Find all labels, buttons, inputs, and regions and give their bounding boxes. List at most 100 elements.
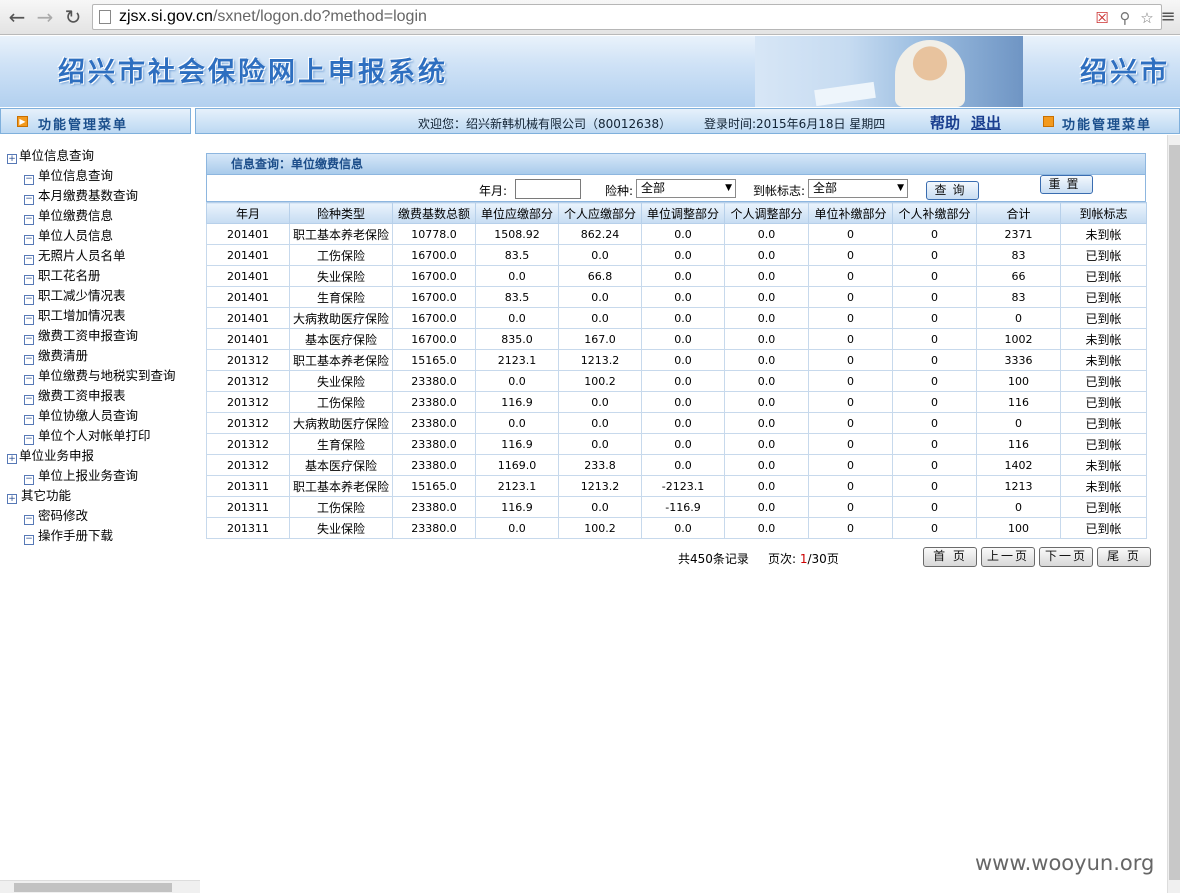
- tree-item-label: 职工减少情况表: [38, 288, 126, 303]
- browser-toolbar: ← → ↻ zjsx.si.gov.cn/sxnet/logon.do?meth…: [0, 0, 1180, 35]
- table-cell: 职工基本养老保险: [289, 349, 393, 371]
- table-cell: 已到帐: [1060, 496, 1147, 518]
- blocked-popup-icon[interactable]: ☒: [1093, 9, 1111, 27]
- table-cell: 201311: [206, 475, 290, 497]
- table-cell: 0: [808, 265, 893, 287]
- tree-group-business[interactable]: + 单位业务申报: [0, 446, 200, 466]
- table-cell: 0: [808, 328, 893, 350]
- tree-item-label: 单位信息查询: [38, 168, 114, 183]
- key-icon[interactable]: ⚲: [1116, 9, 1134, 27]
- arrival-select[interactable]: 全部 ▼: [808, 179, 908, 198]
- table-cell: 2123.1: [475, 349, 559, 371]
- function-menu-tab[interactable]: ▶ 功能管理菜单: [0, 108, 191, 134]
- table-cell: 835.0: [475, 328, 559, 350]
- table-cell: 16700.0: [392, 307, 476, 329]
- table-cell: 0: [808, 391, 893, 413]
- table-cell: 116.9: [475, 496, 559, 518]
- table-cell: 1213.2: [558, 349, 642, 371]
- column-header: 个人调整部分: [724, 202, 809, 224]
- table-cell: 15165.0: [392, 475, 476, 497]
- tree-item[interactable]: − 无照片人员名单: [0, 246, 200, 266]
- address-bar[interactable]: zjsx.si.gov.cn/sxnet/logon.do?method=log…: [92, 4, 1162, 30]
- horizontal-scrollbar[interactable]: [0, 880, 200, 893]
- tree-node-icon: −: [24, 334, 34, 345]
- next-page-button[interactable]: 下一页: [1039, 547, 1093, 567]
- table-cell: 201401: [206, 265, 290, 287]
- table-row: 201312 基本医疗保险 23380.0 1169.0 233.8 0.0 0.0 0 0 14…: [206, 454, 1147, 476]
- table-cell: 0.0: [475, 370, 559, 392]
- table-cell: 0.0: [641, 328, 725, 350]
- tree-item[interactable]: − 单位缴费信息: [0, 206, 200, 226]
- system-title: 绍兴市社会保险网上申报系统: [58, 57, 448, 88]
- last-page-button[interactable]: 尾 页: [1097, 547, 1151, 567]
- table-cell: 0.0: [724, 412, 809, 434]
- tree-item[interactable]: − 单位上报业务查询: [0, 466, 200, 486]
- table-cell: 116.9: [475, 433, 559, 455]
- tree-item[interactable]: − 密码修改: [0, 506, 200, 526]
- reset-button[interactable]: 重置: [1040, 175, 1093, 194]
- tree-item[interactable]: − 缴费清册: [0, 346, 200, 366]
- table-cell: 已到帐: [1060, 244, 1147, 266]
- tree-group-unit-info[interactable]: + 单位信息查询: [0, 146, 200, 166]
- reload-icon[interactable]: ↻: [61, 4, 85, 30]
- query-button[interactable]: 查询: [926, 181, 979, 200]
- pagination: 共450条记录 页次: 1/30页 首 页 上一页 下一页 尾 页: [206, 547, 1152, 571]
- table-cell: 83.5: [475, 244, 559, 266]
- prev-page-button[interactable]: 上一页: [981, 547, 1035, 567]
- tree-item-label: 单位缴费信息: [38, 208, 114, 223]
- function-menu-label: 功能管理菜单: [38, 118, 129, 133]
- tree-item[interactable]: − 操作手册下载: [0, 526, 200, 546]
- table-cell: 0: [808, 433, 893, 455]
- tree-item[interactable]: − 单位缴费与地税实到查询: [0, 366, 200, 386]
- tree-item[interactable]: − 缴费工资申报查询: [0, 326, 200, 346]
- table-cell: 0: [892, 349, 977, 371]
- logout-link[interactable]: 退出: [971, 112, 1001, 133]
- table-cell: 0.0: [641, 265, 725, 287]
- tree-node-icon: −: [24, 254, 34, 265]
- tree-group-other[interactable]: + 其它功能: [0, 486, 200, 506]
- menu-icon[interactable]: ≡: [1156, 4, 1180, 30]
- table-cell: 0: [808, 412, 893, 434]
- help-link[interactable]: 帮助: [930, 112, 960, 133]
- address-url[interactable]: zjsx.si.gov.cn/sxnet/logon.do?method=log…: [119, 8, 427, 26]
- tree-item[interactable]: − 职工花名册: [0, 266, 200, 286]
- table-cell: 0.0: [641, 307, 725, 329]
- table-cell: 已到帐: [1060, 412, 1147, 434]
- tree-item-label: 缴费清册: [38, 348, 89, 363]
- tree-item[interactable]: − 单位信息查询: [0, 166, 200, 186]
- tree-item[interactable]: − 职工减少情况表: [0, 286, 200, 306]
- table-cell: 1002: [976, 328, 1061, 350]
- tree-item-label: 操作手册下载: [38, 528, 114, 543]
- insurance-select[interactable]: 全部 ▼: [636, 179, 736, 198]
- column-header: 到帐标志: [1060, 202, 1147, 224]
- tree-item[interactable]: − 单位个人对帐单打印: [0, 426, 200, 446]
- table-row: 201312 职工基本养老保险 15165.0 2123.1 1213.2 0.0 0.0 0…: [206, 349, 1147, 371]
- vertical-scrollbar[interactable]: [1167, 135, 1180, 893]
- table-cell: 3336: [976, 349, 1061, 371]
- table-cell: 0: [892, 433, 977, 455]
- table-cell: 职工基本养老保险: [289, 475, 393, 497]
- tree-item[interactable]: − 本月缴费基数查询: [0, 186, 200, 206]
- table-cell: 已到帐: [1060, 265, 1147, 287]
- table-cell: 201401: [206, 328, 290, 350]
- horizontal-scroll-thumb[interactable]: [14, 883, 172, 892]
- tree-item[interactable]: − 单位人员信息: [0, 226, 200, 246]
- back-icon[interactable]: ←: [5, 4, 29, 30]
- forward-icon[interactable]: →: [33, 4, 57, 30]
- table-row: 201311 工伤保险 23380.0 116.9 0.0 -116.9 0.0 0 0 0 已到帐: [206, 496, 1147, 518]
- month-input[interactable]: [515, 179, 581, 199]
- table-cell: 基本医疗保险: [289, 328, 393, 350]
- tree-item[interactable]: − 职工增加情况表: [0, 306, 200, 326]
- tree-node-icon: −: [24, 214, 34, 225]
- table-cell: 0: [808, 223, 893, 245]
- tree-item[interactable]: − 缴费工资申报表: [0, 386, 200, 406]
- table-cell: 0.0: [724, 496, 809, 518]
- vertical-scroll-thumb[interactable]: [1169, 145, 1180, 880]
- table-cell: 0: [808, 307, 893, 329]
- table-cell: 201401: [206, 307, 290, 329]
- tree-node-icon: −: [24, 314, 34, 325]
- function-menu-label-right[interactable]: 功能管理菜单: [1062, 114, 1152, 133]
- star-icon[interactable]: ☆: [1138, 9, 1156, 27]
- tree-item[interactable]: − 单位协缴人员查询: [0, 406, 200, 426]
- first-page-button[interactable]: 首 页: [923, 547, 977, 567]
